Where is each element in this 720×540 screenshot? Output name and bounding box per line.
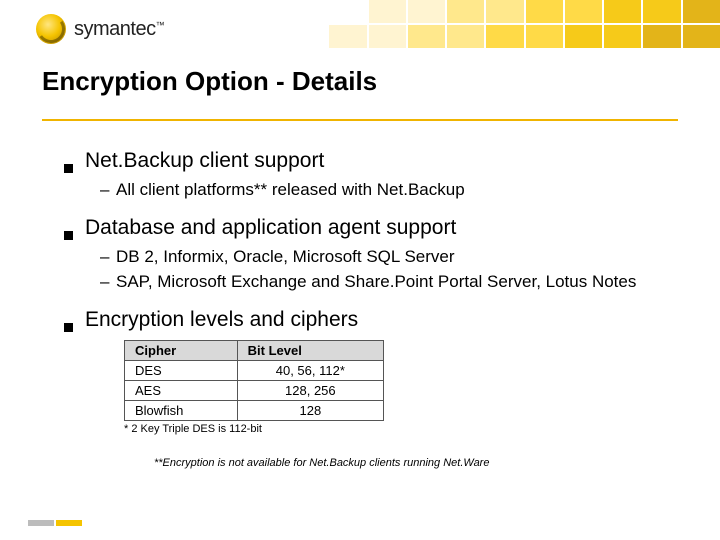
sub-text: DB 2, Informix, Oracle, Microsoft SQL Se… xyxy=(116,246,455,269)
title-block: Encryption Option - Details xyxy=(0,62,720,131)
brand-name-text: symantec xyxy=(74,18,156,40)
bullet-item: Database and application agent support –… xyxy=(64,216,670,294)
table-cell: 40, 56, 112* xyxy=(237,360,383,380)
bullet-text: Database and application agent support xyxy=(85,216,456,240)
table-footnote: * 2 Key Triple DES is 112-bit xyxy=(124,423,384,435)
table-cell: AES xyxy=(125,380,238,400)
table-row: Blowfish 128 xyxy=(125,400,384,420)
footer-bar xyxy=(56,520,82,526)
table-row: DES 40, 56, 112* xyxy=(125,360,384,380)
dash-icon: – xyxy=(100,247,116,267)
dash-icon: – xyxy=(100,272,116,292)
dash-icon: – xyxy=(100,180,116,200)
bullet-item: Encryption levels and ciphers Cipher Bit… xyxy=(64,308,670,435)
bullet-list: Net.Backup client support – All client p… xyxy=(64,149,670,435)
table-cell: 128 xyxy=(237,400,383,420)
sub-text: All client platforms** released with Net… xyxy=(116,179,465,202)
table-cell: 128, 256 xyxy=(237,380,383,400)
bullet-item: Net.Backup client support – All client p… xyxy=(64,149,670,202)
square-bullet-icon xyxy=(64,323,73,332)
slide-header: symantec™ xyxy=(0,0,720,62)
brand-logo-icon xyxy=(36,14,66,44)
bullet-text: Net.Backup client support xyxy=(85,149,324,173)
title-underline xyxy=(42,119,678,121)
slide-body: Net.Backup client support – All client p… xyxy=(0,131,720,469)
sub-text: SAP, Microsoft Exchange and Share.Point … xyxy=(116,271,636,294)
table-row: AES 128, 256 xyxy=(125,380,384,400)
table-header-row: Cipher Bit Level xyxy=(125,340,384,360)
cipher-table: Cipher Bit Level DES 40, 56, 112* AES 12… xyxy=(124,340,384,421)
brand-block: symantec™ xyxy=(36,14,164,44)
sub-item: – All client platforms** released with N… xyxy=(100,179,670,202)
slide-footnote: **Encryption is not available for Net.Ba… xyxy=(154,457,670,469)
sub-list: – All client platforms** released with N… xyxy=(100,179,670,202)
table-cell: Blowfish xyxy=(125,400,238,420)
square-bullet-icon xyxy=(64,231,73,240)
footer-bar xyxy=(28,520,54,526)
header-decor-squares xyxy=(290,0,720,48)
brand-tm: ™ xyxy=(156,20,165,30)
sub-list: – DB 2, Informix, Oracle, Microsoft SQL … xyxy=(100,246,670,294)
square-bullet-icon xyxy=(64,164,73,173)
cipher-table-block: Cipher Bit Level DES 40, 56, 112* AES 12… xyxy=(124,340,384,435)
sub-item: – DB 2, Informix, Oracle, Microsoft SQL … xyxy=(100,246,670,269)
table-cell: DES xyxy=(125,360,238,380)
sub-item: – SAP, Microsoft Exchange and Share.Poin… xyxy=(100,271,670,294)
table-header-cell: Bit Level xyxy=(237,340,383,360)
table-header-cell: Cipher xyxy=(125,340,238,360)
footer-decor xyxy=(28,520,82,526)
bullet-text: Encryption levels and ciphers xyxy=(85,308,358,332)
brand-name: symantec™ xyxy=(74,18,164,41)
slide-title: Encryption Option - Details xyxy=(42,66,678,97)
